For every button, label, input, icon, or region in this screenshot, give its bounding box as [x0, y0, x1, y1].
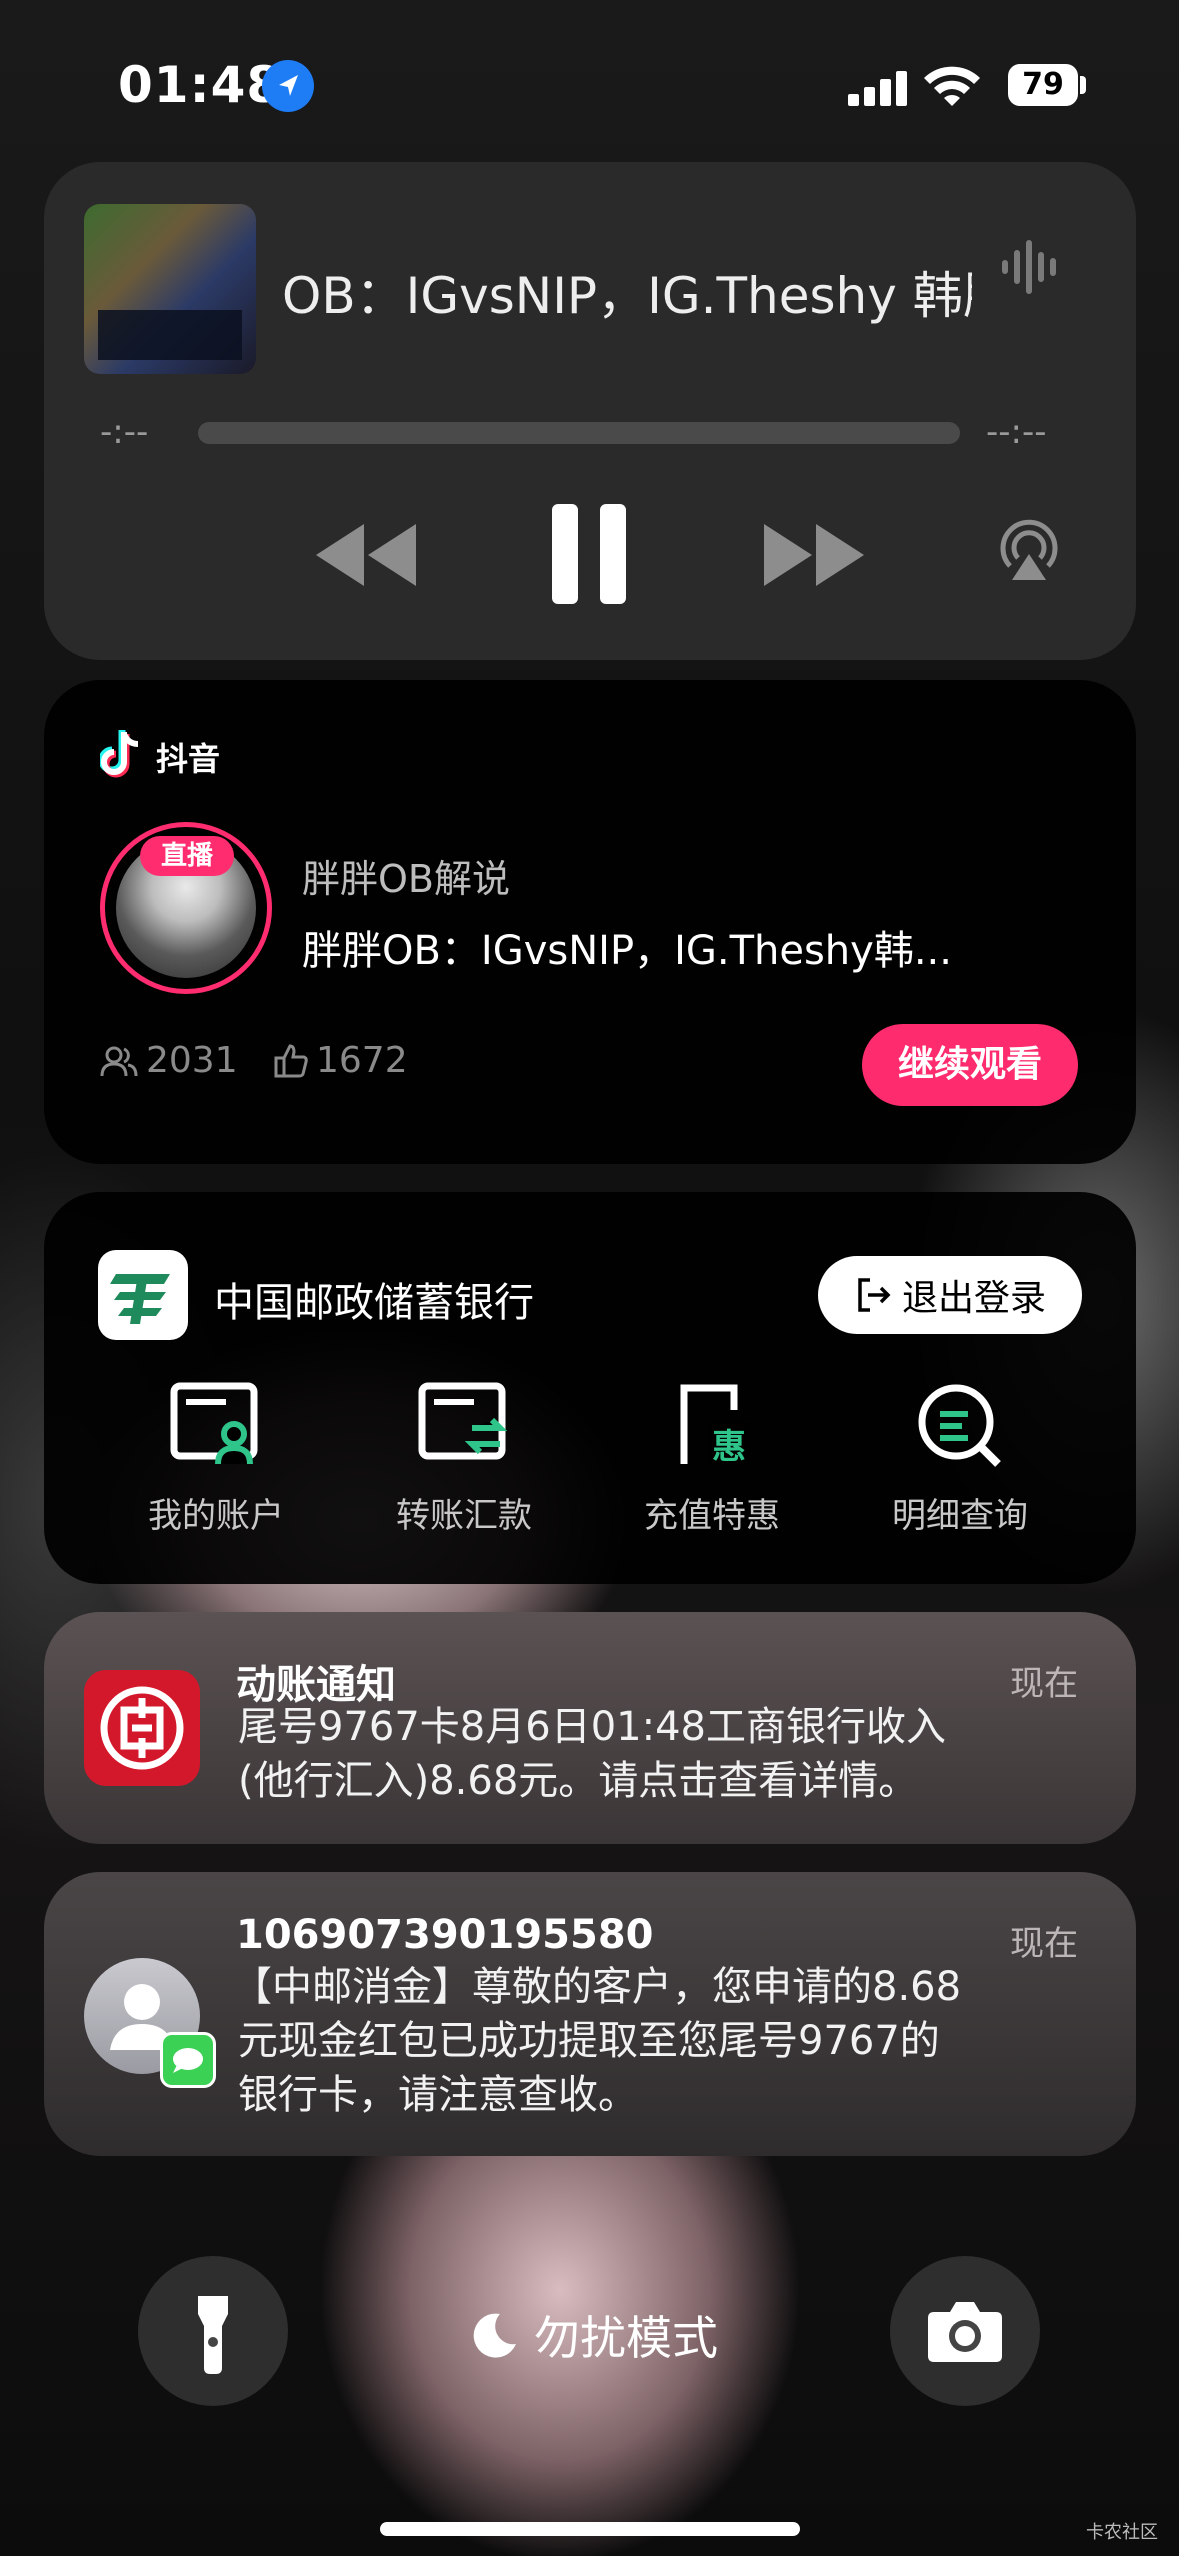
remaining-time: --:-- [986, 412, 1047, 452]
airplay-icon[interactable] [996, 518, 1062, 588]
fast-forward-icon[interactable] [758, 520, 868, 594]
flashlight-button[interactable] [138, 2256, 288, 2406]
waveform-icon[interactable] [998, 232, 1068, 306]
notification-time: 现在 [1010, 1664, 1078, 1704]
messages-app-icon [160, 2032, 216, 2088]
logout-label: 退出登录 [901, 1278, 1046, 1319]
viewer-count: 2031 [100, 1040, 238, 1081]
wifi-icon [922, 64, 982, 112]
rewind-icon[interactable] [312, 520, 422, 594]
douyin-app-name: 抖音 [156, 740, 221, 778]
action-label: 我的账户 [148, 1496, 284, 1536]
playback-progress-bar[interactable] [198, 422, 960, 444]
transfer-icon [418, 1382, 508, 1460]
flashlight-icon [198, 2296, 228, 2374]
media-title: OB：IGvsNIP，IG.Theshy 韩服 [282, 267, 972, 325]
like-count: 1672 [274, 1040, 408, 1081]
elapsed-time: -:-- [100, 412, 149, 452]
action-label: 转账汇款 [396, 1496, 532, 1536]
like-count-value: 1672 [316, 1040, 408, 1081]
account-card-icon [170, 1382, 258, 1465]
stream-title: 胖胖OB：IGvsNIP，IG.Theshy韩... [302, 928, 952, 974]
notification-title: 106907390195580 [236, 1912, 654, 1958]
battery-indicator: 79 [1008, 64, 1078, 106]
search-statement-icon [918, 1384, 1001, 1467]
recharge-offer-action[interactable]: 惠 充值特惠 [612, 1380, 812, 1537]
action-label: 充值特惠 [644, 1496, 780, 1536]
streamer-name: 胖胖OB解说 [302, 857, 510, 901]
psbc-logo-icon [98, 1250, 188, 1340]
action-label: 明细查询 [892, 1496, 1028, 1536]
my-account-action[interactable]: 我的账户 [116, 1380, 316, 1537]
status-time: 01:48 [118, 56, 283, 114]
notification-body-line: 银行卡，请注意查收。 [238, 2072, 638, 2118]
location-arrow-icon [262, 60, 314, 112]
viewers-icon [100, 1046, 138, 1076]
camera-icon [928, 2302, 1002, 2362]
icbc-logo-icon [84, 1670, 200, 1786]
moon-icon [473, 2313, 516, 2358]
transfer-action[interactable]: 转账汇款 [364, 1380, 564, 1537]
notification-time: 现在 [1010, 1924, 1078, 1964]
focus-mode-label: 勿扰模式 [534, 2311, 718, 2365]
notification-body-line: 尾号9767卡8月6日01:48工商银行收入 [238, 1704, 946, 1750]
logout-icon [858, 1278, 891, 1312]
cellular-signal-icon [846, 70, 910, 110]
focus-mode-indicator[interactable]: 勿扰模式 [470, 2302, 718, 2368]
battery-cap [1080, 76, 1086, 94]
pause-icon[interactable] [550, 502, 628, 610]
live-badge: 直播 [140, 836, 234, 876]
notification-body-line: 元现金红包已成功提取至您尾号9767的 [238, 2018, 940, 2064]
douyin-logo-icon [98, 728, 146, 782]
notification-body-line: (他行汇入)8.68元。请点击查看详情。 [238, 1758, 919, 1804]
recharge-icon: 惠 [680, 1384, 750, 1467]
camera-button[interactable] [890, 2256, 1040, 2406]
continue-watching-button[interactable]: 继续观看 [862, 1024, 1078, 1106]
video-thumbnail [84, 204, 256, 374]
watermark: 卡农社区 [1086, 2522, 1158, 2543]
bank-name: 中国邮政储蓄银行 [214, 1280, 534, 1326]
statement-query-action[interactable]: 明细查询 [860, 1380, 1060, 1537]
home-indicator[interactable] [380, 2522, 800, 2536]
thumbs-up-icon [274, 1043, 308, 1077]
recharge-icon-char: 惠 [712, 1427, 746, 1467]
logout-button[interactable]: 退出登录 [818, 1256, 1082, 1334]
viewer-count-value: 2031 [146, 1040, 238, 1081]
notification-body-line: 【中邮消金】尊敬的客户，您申请的8.68 [232, 1964, 962, 2010]
